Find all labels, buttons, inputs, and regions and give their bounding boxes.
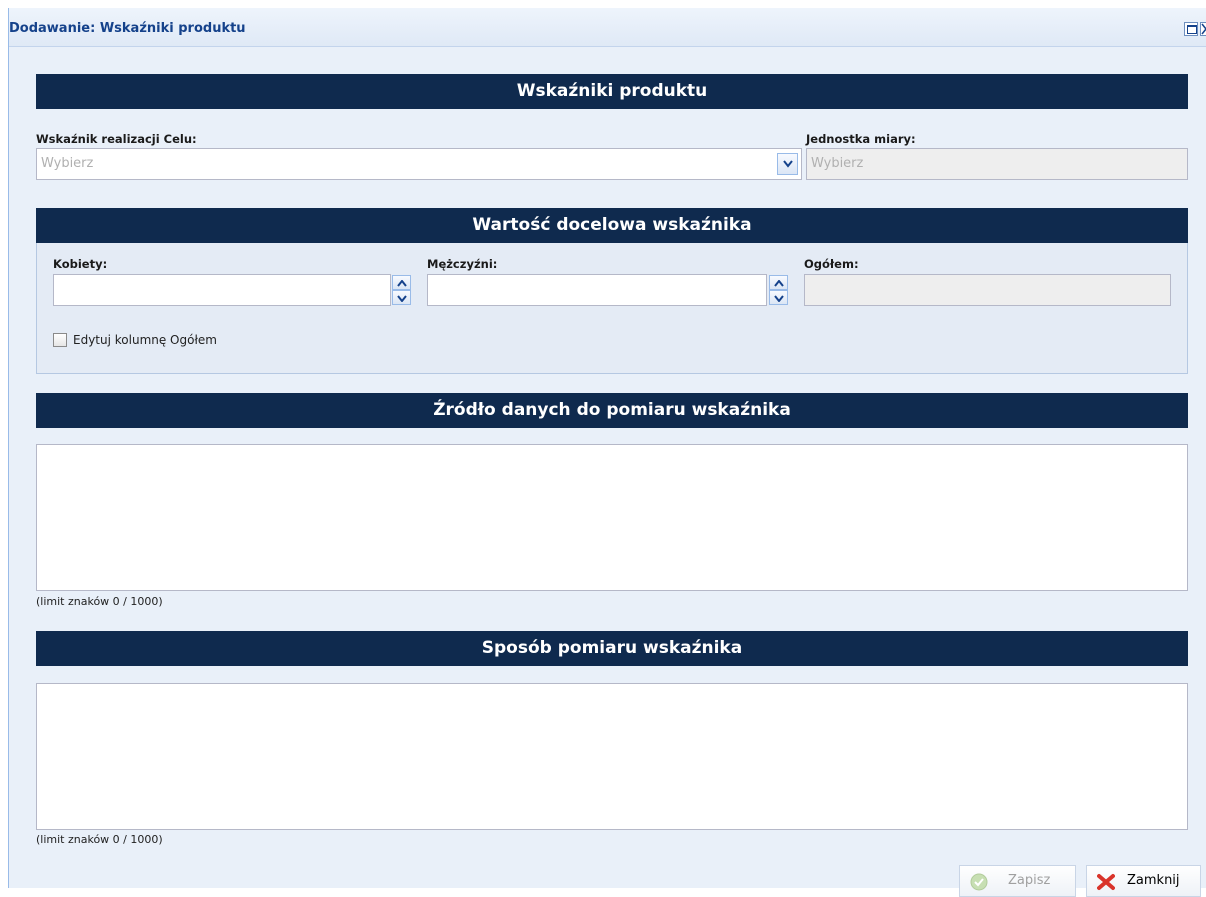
indicator-combo[interactable]: Wybierz	[36, 148, 802, 180]
measurement-method-textarea[interactable]	[36, 683, 1188, 830]
men-decrement-button[interactable]	[769, 290, 788, 305]
maximize-icon[interactable]	[1184, 22, 1198, 36]
dialog-body: Wskaźniki produktu Wskaźnik realizacji C…	[9, 48, 1206, 897]
chevron-up-icon	[773, 279, 784, 287]
chevron-down-icon	[782, 160, 793, 168]
indicator-label: Wskaźnik realizacji Celu:	[36, 132, 197, 146]
dialog-titlebar[interactable]: Dodawanie: Wskaźniki produktu	[9, 8, 1206, 47]
save-button[interactable]: Zapisz	[959, 865, 1076, 897]
unit-label: Jednostka miary:	[806, 132, 916, 146]
close-icon	[1097, 874, 1115, 890]
section-header-measurement-method: Sposób pomiaru wskaźnika	[36, 631, 1188, 666]
save-label: Zapisz	[1008, 873, 1051, 888]
indicator-placeholder: Wybierz	[41, 156, 94, 171]
total-field	[804, 274, 1171, 306]
men-label: Mężczyźni:	[427, 257, 498, 271]
chevron-down-icon	[773, 295, 784, 303]
check-icon	[970, 873, 988, 891]
men-field[interactable]	[427, 274, 767, 306]
section-header-data-source: Źródło danych do pomiaru wskaźnika	[36, 393, 1188, 428]
women-decrement-button[interactable]	[392, 290, 411, 305]
close-icon[interactable]	[1200, 22, 1206, 36]
unit-placeholder: Wybierz	[811, 156, 864, 171]
edit-total-label[interactable]: Edytuj kolumnę Ogółem	[73, 333, 217, 347]
women-field[interactable]	[53, 274, 391, 306]
chevron-up-icon	[396, 279, 407, 287]
men-increment-button[interactable]	[769, 275, 788, 290]
measurement-method-char-limit: (limit znaków 0 / 1000)	[36, 833, 163, 846]
section-header-indicators: Wskaźniki produktu	[36, 74, 1188, 109]
data-source-textarea[interactable]	[36, 444, 1188, 591]
target-value-group	[36, 243, 1188, 374]
close-button[interactable]: Zamknij	[1086, 865, 1201, 897]
women-label: Kobiety:	[53, 257, 108, 271]
indicator-dropdown-button[interactable]	[777, 153, 798, 175]
edit-total-checkbox[interactable]	[53, 333, 67, 347]
close-label: Zamknij	[1127, 873, 1180, 888]
unit-field: Wybierz	[806, 148, 1188, 180]
dialog-title: Dodawanie: Wskaźniki produktu	[9, 21, 246, 36]
data-source-char-limit: (limit znaków 0 / 1000)	[36, 595, 163, 608]
dialog-window: Dodawanie: Wskaźniki produktu Wskaźniki …	[8, 8, 1206, 897]
men-stepper[interactable]	[769, 275, 788, 307]
chevron-down-icon	[396, 295, 407, 303]
women-stepper[interactable]	[392, 275, 411, 307]
women-increment-button[interactable]	[392, 275, 411, 290]
total-label: Ogółem:	[804, 257, 859, 271]
section-header-target-value: Wartość docelowa wskaźnika	[36, 208, 1188, 243]
